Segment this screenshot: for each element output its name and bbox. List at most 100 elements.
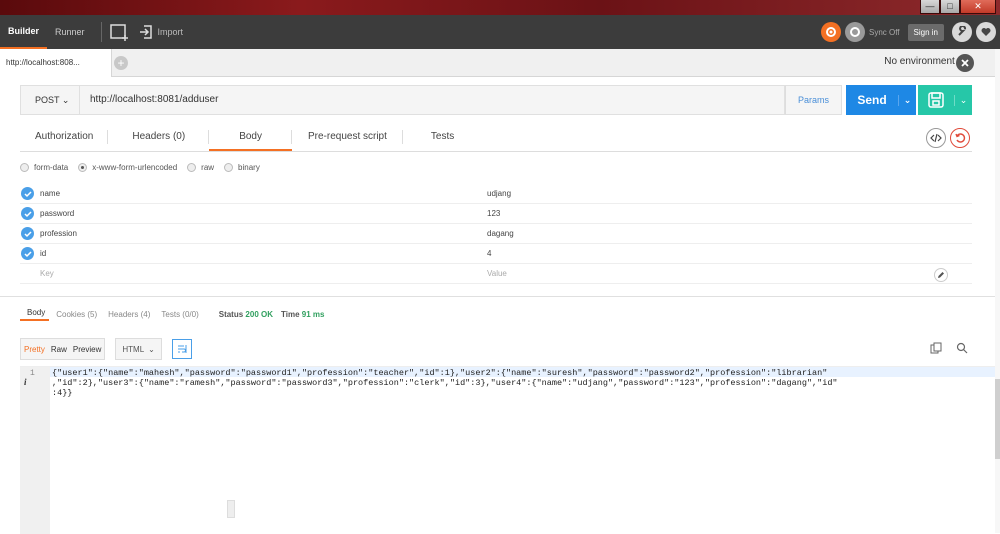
response-tab-body[interactable]: Body — [20, 308, 50, 321]
wrap-lines-icon[interactable] — [171, 339, 192, 359]
radio-label: binary — [238, 162, 260, 172]
url-row: POST ⌄ http://localhost:8081/adduser Par… — [20, 85, 972, 115]
response-code[interactable]: {"user1":{"name":"mahesh","password":"pa… — [52, 368, 982, 398]
radio-icon — [20, 162, 29, 172]
key-field[interactable]: profession — [40, 229, 77, 238]
table-row-new: Key Value — [20, 264, 972, 284]
add-tab-button[interactable]: + — [114, 56, 128, 70]
panel-resize-handle[interactable] — [227, 500, 235, 518]
status-label: Status — [218, 309, 244, 319]
builder-tab[interactable]: Builder — [0, 15, 48, 49]
environment-label: No environment — [884, 56, 955, 67]
radio-label: raw — [201, 162, 215, 172]
request-tab[interactable]: http://localhost:808... — [0, 49, 112, 77]
tab-body[interactable]: Body — [209, 124, 292, 151]
language-select[interactable]: HTML ⌄ — [115, 338, 162, 360]
save-dropdown-icon[interactable]: ⌄ — [954, 94, 972, 106]
time-value: 91 ms — [301, 309, 325, 319]
send-button[interactable]: Send ⌄ — [846, 85, 916, 115]
minimize-button[interactable]: — — [920, 0, 940, 14]
import-icon[interactable] — [138, 24, 154, 40]
format-raw[interactable]: Raw — [48, 345, 70, 354]
environment-select[interactable]: No environment ⌄ — [884, 49, 966, 75]
checkbox-checked-icon[interactable] — [21, 247, 34, 260]
search-icon[interactable] — [956, 342, 968, 356]
request-actions — [926, 128, 970, 148]
key-field[interactable]: name — [40, 189, 60, 198]
status-value: 200 OK — [245, 309, 273, 319]
close-window-button[interactable]: ✕ — [960, 0, 996, 14]
language-label: HTML — [122, 344, 145, 354]
table-row: password 123 — [20, 204, 972, 224]
save-icon — [918, 91, 954, 109]
value-field[interactable]: 4 — [487, 249, 491, 258]
table-row: profession dagang — [20, 224, 972, 244]
bulk-edit-icon[interactable] — [934, 268, 948, 282]
request-subtabs: Authorization Headers (0) Body Pre-reque… — [20, 124, 972, 152]
value-field[interactable]: dagang — [487, 229, 514, 238]
form-params-table: name udjang password 123 profession daga… — [20, 184, 972, 284]
window-titlebar: — □ ✕ — [0, 0, 1000, 15]
tab-headers[interactable]: Headers (0) — [108, 124, 210, 151]
method-select[interactable]: POST ⌄ — [20, 85, 80, 115]
format-preview[interactable]: Preview — [70, 345, 104, 354]
params-button[interactable]: Params — [784, 85, 842, 115]
sign-in-button[interactable]: Sign in — [907, 23, 944, 41]
checkbox-checked-icon[interactable] — [21, 227, 34, 240]
url-input[interactable]: http://localhost:8081/adduser — [80, 85, 785, 115]
key-field[interactable]: id — [40, 249, 46, 258]
response-tab-tests[interactable]: Tests (0/0) — [154, 310, 202, 319]
import-label[interactable]: Import — [158, 27, 184, 37]
radio-icon — [187, 162, 197, 172]
new-key-input[interactable]: Key — [40, 269, 54, 278]
line-number: 1 — [30, 369, 35, 378]
maximize-button[interactable]: □ — [940, 0, 960, 14]
heart-icon[interactable] — [976, 22, 996, 42]
sync-status: Sync Off — [869, 27, 900, 37]
method-label: POST — [35, 95, 60, 105]
tab-pre-request-script[interactable]: Pre-request script — [292, 124, 403, 151]
tab-authorization[interactable]: Authorization — [20, 124, 109, 151]
copy-icon[interactable] — [930, 342, 942, 356]
checkbox-checked-icon[interactable] — [21, 187, 34, 200]
response-body-editor[interactable]: 1 i {"user1":{"name":"mahesh","password"… — [20, 366, 996, 534]
toolbar-right: Sync Off Sign in — [821, 15, 1000, 49]
time-label: Time — [281, 309, 300, 319]
save-button[interactable]: ⌄ — [918, 85, 972, 115]
value-field[interactable]: 123 — [487, 209, 500, 218]
radio-label: form-data — [34, 162, 69, 172]
runner-tab[interactable]: Runner — [47, 15, 93, 49]
value-field[interactable]: udjang — [487, 189, 511, 198]
toolbar-divider — [100, 22, 102, 42]
interceptor-icon[interactable] — [821, 22, 841, 42]
radio-label: x-www-form-urlencoded — [92, 162, 178, 172]
checkbox-checked-icon[interactable] — [21, 207, 34, 220]
request-tab-bar: http://localhost:808... + No environment… — [0, 49, 1000, 77]
reset-icon[interactable] — [950, 128, 970, 148]
response-tab-cookies[interactable]: Cookies (5) — [49, 310, 101, 319]
scrollbar-thumb[interactable] — [995, 379, 1000, 459]
code-icon[interactable] — [926, 128, 946, 148]
vertical-scrollbar[interactable] — [995, 49, 1000, 533]
send-dropdown-icon[interactable]: ⌄ — [898, 94, 916, 106]
radio-raw[interactable]: raw — [187, 162, 215, 172]
radio-form-data[interactable]: form-data — [20, 162, 69, 172]
table-row: id 4 — [20, 244, 972, 264]
response-time: Time 91 ms — [281, 310, 324, 319]
sync-icon[interactable] — [845, 22, 865, 42]
new-value-input[interactable]: Value — [487, 269, 507, 278]
environment-quicklook-icon[interactable] — [956, 54, 974, 72]
radio-binary[interactable]: binary — [224, 162, 260, 172]
settings-icon[interactable] — [952, 22, 972, 42]
response-toolbar: Pretty Raw Preview HTML ⌄ — [20, 338, 192, 360]
section-divider — [0, 296, 1000, 297]
tab-tests[interactable]: Tests — [403, 124, 482, 151]
response-tab-headers[interactable]: Headers (4) — [101, 310, 154, 319]
key-field[interactable]: password — [40, 209, 74, 218]
line-gutter — [20, 367, 50, 534]
info-marker-icon: i — [24, 377, 27, 387]
format-pretty[interactable]: Pretty — [21, 345, 48, 354]
response-actions — [930, 342, 968, 356]
new-window-icon[interactable] — [109, 23, 130, 41]
radio-urlencoded[interactable]: x-www-form-urlencoded — [78, 162, 178, 172]
